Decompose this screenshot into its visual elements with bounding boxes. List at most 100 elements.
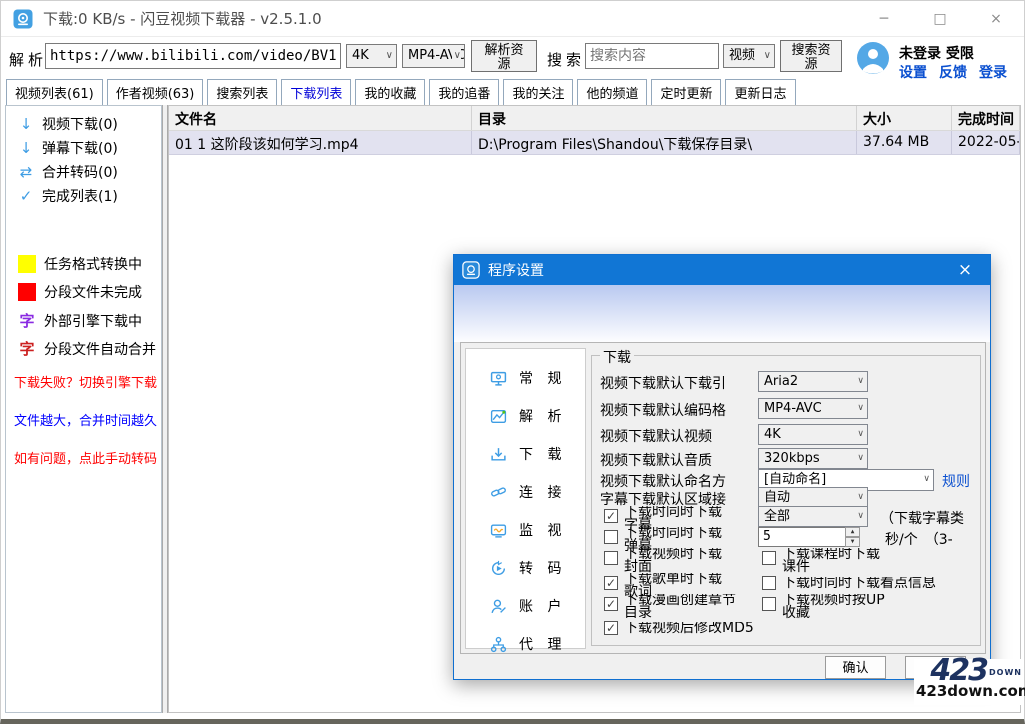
sidebar-item-completed-list[interactable]: ✓ 完成列表(1) <box>18 186 118 206</box>
danmaku-interval-stepper[interactable]: 5 ▲ ▼ <box>758 527 846 547</box>
chevron-down-icon: ∨ <box>857 488 864 507</box>
cover-checkbox[interactable] <box>604 551 618 565</box>
menu-item-connection[interactable]: 连 接 <box>466 473 585 511</box>
col-finish-time[interactable]: 完成时间 <box>952 106 1020 130</box>
group-legend: 下载 <box>600 347 634 367</box>
toolbar-links: 设置 反馈 登录 <box>899 62 1007 82</box>
row-default-codec: 视频下载默认编码格 MP4-AVC∨ <box>600 398 976 420</box>
feedback-link[interactable]: 反馈 <box>939 62 967 82</box>
menu-item-parse[interactable]: 解 析 <box>466 397 585 435</box>
manga-checkbox[interactable]: ✓ <box>604 597 618 611</box>
col-filename[interactable]: 文件名 <box>169 106 472 130</box>
sidebar-item-video-download[interactable]: ↓ 视频下载(0) <box>18 114 118 134</box>
app-window: 下载:0 KB/s - 闪豆视频下载器 - v2.5.1.0 ─ □ × 解析 … <box>0 0 1025 724</box>
menu-item-transcode[interactable]: 转 码 <box>466 549 585 587</box>
tab-download-list[interactable]: 下载列表 <box>281 79 351 107</box>
row-cover-courseware: 下载视频时下载 封面 下载课程时下载 课件 <box>600 548 976 574</box>
confirm-button[interactable]: 确认 <box>825 656 886 679</box>
tab-bangumi[interactable]: 我的追番 <box>429 79 499 107</box>
tab-favorites[interactable]: 我的收藏 <box>355 79 425 107</box>
row-md5: ✓ 下载视频后修改MD5 <box>600 619 976 641</box>
courseware-checkbox[interactable] <box>762 551 776 565</box>
maximize-button[interactable]: □ <box>912 1 968 37</box>
search-label: 搜索 <box>547 49 585 70</box>
search-resource-button[interactable]: 搜索资 源 <box>780 40 842 72</box>
check-icon: ✓ <box>18 187 34 205</box>
menu-item-proxy[interactable]: 代 理 <box>466 625 585 663</box>
url-input[interactable] <box>45 43 341 69</box>
quality-select[interactable]: 4K∨ <box>346 44 397 68</box>
highlights-checkbox[interactable] <box>762 576 776 590</box>
audio-quality-select[interactable]: 320kbps∨ <box>758 448 868 469</box>
md5-checkbox[interactable]: ✓ <box>604 621 618 635</box>
legend-external-engine: 字 外部引擎下载中 <box>18 310 142 331</box>
chevron-down-icon: ∨ <box>857 425 864 444</box>
subtitle-checkbox[interactable]: ✓ <box>604 509 618 523</box>
download-icon <box>490 446 507 463</box>
col-size[interactable]: 大小 <box>857 106 952 130</box>
danmaku-checkbox[interactable] <box>604 530 618 544</box>
note-merge-time: 文件越大，合并时间越久 <box>14 410 157 429</box>
minimize-button[interactable]: ─ <box>856 1 912 37</box>
dialog-close-icon[interactable]: × <box>950 255 980 285</box>
close-button[interactable]: × <box>968 1 1024 37</box>
watermark-site: 423down.com <box>916 683 1022 699</box>
menu-item-general[interactable]: 常 规 <box>466 359 585 397</box>
tab-search-list[interactable]: 搜索列表 <box>207 79 277 107</box>
parse-resource-button[interactable]: 解析资 源 <box>471 40 537 72</box>
sidebar: ↓ 视频下载(0) ↓ 弹幕下载(0) ⇄ 合并转码(0) ✓ 完成列表(1) … <box>5 105 162 713</box>
stepper-up-icon[interactable]: ▲ <box>845 527 860 537</box>
red-char-swatch: 字 <box>18 338 36 359</box>
sidebar-item-danmaku-download[interactable]: ↓ 弹幕下载(0) <box>18 138 118 158</box>
engine-select[interactable]: Aria2∨ <box>758 371 868 392</box>
table-row[interactable]: 01 1 这阶段该如何学习.mp4 D:\Program Files\Shand… <box>169 131 1020 155</box>
note-switch-engine[interactable]: 下载失败？切换引擎下载 <box>14 372 157 391</box>
tab-his-channel[interactable]: 他的频道 <box>577 79 647 107</box>
dialog-app-icon <box>462 261 480 279</box>
avatar[interactable] <box>856 41 890 75</box>
dialog-titlebar: 程序设置 × <box>454 255 990 285</box>
format-select[interactable]: MP4-AVC∨ <box>402 44 465 68</box>
dialog-body: 常 规 解 析 下 载 连 接 监 视 <box>460 342 986 654</box>
tab-following[interactable]: 我的关注 <box>503 79 573 107</box>
download-icon: ↓ <box>18 115 34 133</box>
search-input[interactable] <box>585 43 719 69</box>
sidebar-item-merge-transcode[interactable]: ⇄ 合并转码(0) <box>18 162 118 182</box>
subtitle-type-select[interactable]: 全部∨ <box>758 506 868 527</box>
lyrics-checkbox[interactable]: ✓ <box>604 576 618 590</box>
row-manga-upfav: ✓ 下载漫画创建章节 目录 下载视频时按UP 收藏 <box>600 594 976 620</box>
login-link[interactable]: 登录 <box>979 62 1007 82</box>
menu-item-download[interactable]: 下 载 <box>466 435 585 473</box>
codec-select[interactable]: MP4-AVC∨ <box>758 398 868 419</box>
legend-segment-incomplete: 分段文件未完成 <box>18 282 142 302</box>
chevron-down-icon: ∨ <box>762 45 771 67</box>
titlebar: 下载:0 KB/s - 闪豆视频下载器 - v2.5.1.0 ─ □ × <box>1 1 1024 37</box>
account-icon <box>490 598 507 615</box>
stepper-down-icon[interactable]: ▼ <box>845 537 860 547</box>
tab-scheduled-update[interactable]: 定时更新 <box>651 79 721 107</box>
app-logo-icon <box>13 9 33 29</box>
tab-author-videos[interactable]: 作者视频(63) <box>107 79 204 107</box>
danmaku-note: 秒/个 （3- <box>885 529 953 549</box>
menu-item-account[interactable]: 账 户 <box>466 587 585 625</box>
window-title: 下载:0 KB/s - 闪豆视频下载器 - v2.5.1.0 <box>43 8 322 29</box>
parse-icon <box>490 408 507 425</box>
tab-changelog[interactable]: 更新日志 <box>725 79 795 107</box>
settings-menu: 常 规 解 析 下 载 连 接 监 视 <box>465 348 586 649</box>
dialog-header-gradient <box>454 285 990 342</box>
menu-item-monitor[interactable]: 监 视 <box>466 511 585 549</box>
watermark-number: 423 <box>930 659 987 683</box>
search-type-select[interactable]: 视频∨ <box>723 44 775 68</box>
note-manual-transcode[interactable]: 如有问题，点此手动转码 <box>14 448 157 467</box>
tab-video-list[interactable]: 视频列表(61) <box>6 79 103 107</box>
chevron-down-icon: ∨ <box>452 45 461 67</box>
video-quality-select[interactable]: 4K∨ <box>758 424 868 445</box>
monitor-icon <box>490 522 507 539</box>
watermark-down: DOWN <box>989 663 1022 683</box>
settings-link[interactable]: 设置 <box>899 62 927 82</box>
col-directory[interactable]: 目录 <box>472 106 857 130</box>
row-default-video-quality: 视频下载默认视频 4K∨ <box>600 424 976 446</box>
row-default-engine: 视频下载默认下载引 Aria2∨ <box>600 371 976 393</box>
upfav-checkbox[interactable] <box>762 597 776 611</box>
subtitle-region-select[interactable]: 自动∨ <box>758 487 868 508</box>
